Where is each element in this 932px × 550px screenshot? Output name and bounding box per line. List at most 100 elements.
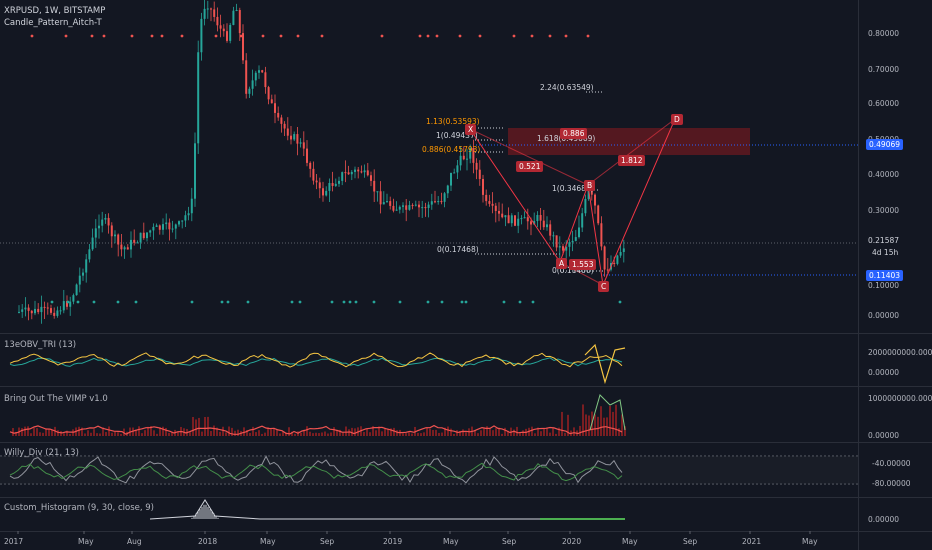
vimp-bar — [255, 432, 257, 436]
candle-body — [165, 222, 168, 225]
vimp-bar — [111, 432, 113, 436]
price-badge-blue[interactable]: 0.11403 — [866, 270, 904, 281]
candle-body — [123, 247, 126, 250]
candle-body — [277, 112, 280, 118]
signal-dot — [190, 300, 194, 304]
vimp-bar — [42, 432, 44, 436]
candle-body — [139, 232, 142, 243]
vimp-bar — [198, 417, 200, 436]
candle-body — [382, 202, 385, 205]
candle-body — [520, 218, 523, 220]
time-label: May — [802, 537, 818, 546]
signal-dot — [502, 300, 506, 304]
candle-body — [104, 217, 107, 220]
vimp-bar — [429, 428, 431, 436]
candle-body — [478, 169, 481, 179]
pattern-ratio: 0.521 — [516, 161, 544, 172]
vimp-bar — [516, 426, 518, 436]
vimp-bar — [120, 433, 122, 436]
candle-body — [235, 9, 238, 11]
pattern-level-label: 0.886(0.45793) — [422, 145, 481, 154]
chart-canvas[interactable] — [0, 0, 932, 550]
vimp-bar — [306, 426, 308, 436]
main-price-pane[interactable] — [0, 0, 858, 333]
histogram-tick: 0.00000 — [868, 515, 900, 524]
pane-title-obv[interactable]: 13eOBV_TRI (13) — [4, 340, 76, 350]
pattern-point-d[interactable]: D — [671, 114, 683, 125]
candle-body — [238, 9, 241, 34]
vimp-bar — [201, 431, 203, 436]
time-label: Aug — [127, 537, 142, 546]
vimp-bar — [261, 433, 263, 436]
vimp-bar — [354, 428, 356, 436]
candle-body — [581, 213, 584, 228]
candle-body — [270, 99, 273, 104]
vimp-bar — [312, 433, 314, 436]
signal-dot — [435, 34, 439, 38]
candle-body — [427, 204, 430, 208]
candle-body — [542, 220, 545, 228]
vimp-bar — [78, 426, 80, 436]
signal-dot — [372, 300, 376, 304]
vimp-bar — [105, 432, 107, 436]
vimp-bar — [27, 426, 29, 436]
vimp-bar — [489, 429, 491, 436]
candle-body — [69, 301, 72, 307]
pattern-ratio: 1.553 — [569, 259, 597, 270]
signal-dot — [531, 300, 535, 304]
candle-body — [485, 194, 488, 202]
vimp-bar — [234, 430, 236, 436]
candle-body — [130, 239, 132, 250]
candle-body — [597, 205, 600, 224]
vimp-bar — [549, 432, 551, 436]
vimp-bar — [381, 431, 383, 436]
signal-dot — [134, 300, 138, 304]
price-tick: 0.30000 — [868, 206, 900, 215]
time-label: 2018 — [198, 537, 218, 546]
candle-body — [408, 205, 411, 210]
candle-body — [146, 232, 148, 239]
vimp-bar — [477, 433, 479, 436]
signal-dot — [330, 300, 334, 304]
candle-body — [379, 191, 382, 205]
current-price-label[interactable]: 0.21587 — [868, 236, 899, 245]
candle-body — [78, 275, 81, 285]
candle-body — [302, 142, 305, 149]
candle-body — [584, 198, 587, 214]
vimp-bar — [60, 431, 62, 436]
price-badge-blue[interactable]: 0.49069 — [866, 139, 904, 150]
candle-body — [261, 70, 264, 73]
candle-body — [34, 308, 36, 314]
pane-title-willy[interactable]: Willy_Div (21, 13) — [4, 448, 79, 458]
candle-body — [600, 223, 603, 247]
vimp-bar — [21, 428, 23, 436]
candle-body — [142, 232, 145, 239]
pattern-point-a[interactable]: A — [556, 258, 568, 269]
candle-body — [174, 224, 177, 229]
signal-dot — [130, 34, 134, 38]
candle-body — [75, 284, 78, 296]
signal-dot — [380, 34, 384, 38]
vimp-bar — [87, 430, 89, 436]
signal-dot — [76, 300, 80, 304]
pattern-point-x[interactable]: X — [465, 124, 477, 135]
pattern-point-c[interactable]: C — [598, 281, 610, 292]
candle-body — [398, 206, 401, 210]
signal-dot — [586, 34, 590, 38]
candle-body — [363, 170, 366, 173]
pane-title-histogram[interactable]: Custom_Histogram (9, 30, close, 9) — [4, 503, 154, 513]
vimp-bar — [366, 428, 368, 436]
vimp-bar — [324, 431, 326, 436]
candle-body — [82, 272, 84, 276]
candle-body — [88, 249, 91, 260]
candle-body — [242, 33, 244, 61]
pane-title-vimp[interactable]: Bring Out The VIMP v1.0 — [4, 394, 108, 404]
signal-dot — [464, 300, 468, 304]
vimp-bar — [573, 427, 575, 436]
vimp-bar — [420, 433, 422, 436]
vimp-bar — [168, 432, 170, 436]
pattern-point-b[interactable]: B — [584, 180, 596, 191]
candle-body — [194, 143, 196, 199]
candle-body — [18, 311, 20, 313]
candle-body — [306, 148, 308, 163]
